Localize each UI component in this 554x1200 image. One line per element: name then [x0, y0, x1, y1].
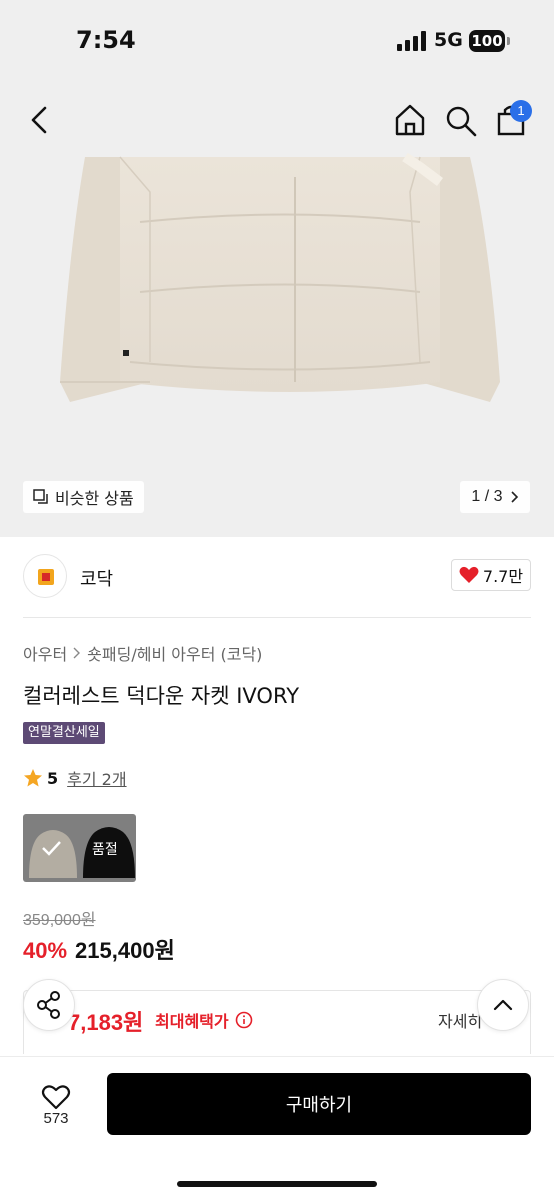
- product-image[interactable]: [0, 82, 554, 537]
- product-title: 컬러레스트 덕다운 자켓 IVORY: [23, 684, 300, 708]
- brand-like-button[interactable]: 7.7만: [451, 559, 531, 591]
- brand-row: 코닥 7.7만: [0, 537, 554, 617]
- share-button[interactable]: [23, 979, 75, 1031]
- discount-rate: 40%: [23, 938, 68, 963]
- search-icon[interactable]: [444, 102, 478, 138]
- page-indicator-text: 1 / 3: [471, 488, 503, 505]
- buy-button[interactable]: 구매하기: [107, 1073, 531, 1135]
- color-swatch-selected[interactable]: [23, 814, 136, 882]
- signal-icon: [397, 31, 426, 51]
- breadcrumb-item[interactable]: 아우터: [23, 641, 67, 665]
- star-icon: [24, 769, 42, 787]
- sale-price: 215,400원: [75, 938, 175, 963]
- breadcrumb-item[interactable]: 숏패딩/헤비 아우터 (코닥): [87, 641, 262, 665]
- status-bar: 7:54 5G 100: [0, 0, 554, 82]
- price-row: 40% 215,400원: [23, 933, 175, 965]
- share-icon: [37, 991, 60, 1019]
- similar-icon: [33, 489, 48, 504]
- brand-like-count: 7.7만: [482, 567, 524, 586]
- color-options: [23, 814, 136, 882]
- home-indicator: [177, 1181, 377, 1187]
- info-icon[interactable]: [235, 1011, 253, 1029]
- scroll-top-button[interactable]: [477, 979, 529, 1031]
- sale-tag: 연말결산세일: [23, 722, 105, 744]
- max-benefit-label: 최대혜택가: [155, 1012, 229, 1031]
- soldout-label: 품절: [92, 842, 118, 858]
- battery-tip: [507, 37, 510, 45]
- original-price: 359,000원: [23, 912, 96, 929]
- breadcrumb: 아우터 숏패딩/헤비 아우터 (코닥): [23, 641, 262, 665]
- brand-logo[interactable]: [23, 554, 67, 598]
- back-icon[interactable]: [25, 102, 55, 138]
- chevron-right-icon: [510, 491, 518, 503]
- heart-filled-icon: [459, 566, 479, 583]
- battery-icon: 100: [469, 30, 505, 52]
- network-label: 5G: [434, 29, 463, 51]
- chevron-up-icon: [493, 999, 513, 1011]
- brand-name[interactable]: 코닥: [80, 565, 113, 591]
- divider: [23, 617, 531, 618]
- cart-count-badge: 1: [510, 100, 532, 122]
- max-benefit-price: 7,183원: [68, 1010, 144, 1035]
- review-link[interactable]: 후기 2개: [67, 766, 126, 790]
- similar-products-label: 비슷한 상품: [55, 489, 134, 508]
- wish-count: 573: [43, 1110, 69, 1127]
- similar-products-button[interactable]: 비슷한 상품: [23, 481, 144, 513]
- image-page-indicator[interactable]: 1 / 3: [460, 481, 530, 513]
- rating-row: 5 후기 2개: [23, 766, 127, 790]
- chevron-right-icon: [73, 647, 81, 659]
- home-icon[interactable]: [392, 102, 428, 138]
- status-time: 7:54: [76, 26, 136, 54]
- rating-score: 5: [47, 768, 59, 788]
- jacket-image: [60, 152, 500, 402]
- max-benefit-label-row: 최대혜택가: [155, 1008, 253, 1032]
